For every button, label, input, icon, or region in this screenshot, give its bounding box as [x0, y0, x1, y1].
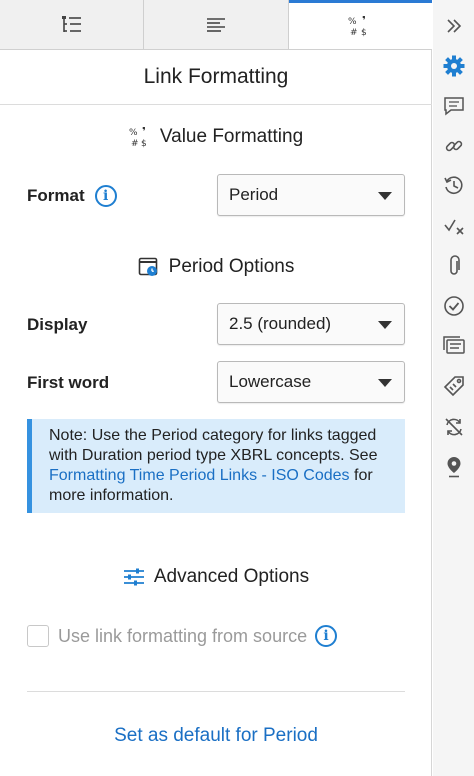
calendar-clock-icon: [138, 256, 160, 278]
divider: [27, 691, 405, 692]
advanced-options-title: Advanced Options: [153, 566, 310, 587]
use-source-formatting-row: Use link formatting from source i: [27, 625, 338, 647]
caret-down-icon: [378, 379, 392, 387]
value-formatting-heading: % ❜ # $ Value Formatting: [0, 124, 432, 150]
caret-down-icon: [378, 192, 392, 200]
info-icon[interactable]: i: [94, 185, 117, 207]
use-source-formatting-label[interactable]: Use link formatting from source: [58, 626, 307, 647]
use-source-formatting-checkbox[interactable]: [27, 625, 49, 647]
display-select-value: 2.5 (rounded): [229, 314, 332, 333]
check-cross-icon[interactable]: [433, 212, 474, 240]
right-sidebar: [433, 0, 474, 776]
page-title: Link Formatting: [0, 50, 432, 105]
value-format-icon: % ❜ # $: [129, 126, 151, 148]
svg-text:$: $: [361, 28, 367, 37]
paperclip-icon[interactable]: [433, 252, 474, 280]
format-label: Format: [27, 186, 85, 205]
location-pin-icon[interactable]: [433, 453, 474, 481]
tab-outline[interactable]: [0, 0, 145, 49]
caret-down-icon: [378, 321, 392, 329]
tag-icon[interactable]: [433, 372, 474, 400]
tree-list-icon: [61, 15, 81, 32]
gear-icon[interactable]: [433, 52, 474, 80]
comment-icon[interactable]: [433, 92, 474, 120]
panel-tabs: % ❜ # $: [0, 0, 432, 50]
value-format-icon: % ❜ # $: [348, 15, 367, 37]
display-label: Display: [27, 315, 88, 334]
format-row-label: Format i: [27, 184, 117, 208]
text-lines-icon: [206, 17, 225, 32]
chevrons-right-icon[interactable]: [433, 12, 474, 40]
format-select-value: Period: [229, 185, 279, 204]
sliders-icon: [123, 568, 145, 586]
value-formatting-title: Value Formatting: [159, 126, 304, 147]
svg-text:#: #: [131, 139, 139, 148]
period-options-heading: Period Options: [0, 254, 432, 280]
svg-text:$: $: [141, 139, 147, 148]
info-icon[interactable]: i: [315, 625, 338, 647]
first-word-select[interactable]: Lowercase: [217, 361, 405, 403]
note-text-prefix: Note: Use the Period category for links …: [49, 427, 378, 464]
advanced-options-heading: Advanced Options: [0, 564, 432, 590]
svg-text:#: #: [350, 28, 358, 37]
link-formatting-panel: % ❜ # $ Link Formatting % ❜ # $ Value Fo…: [0, 0, 432, 776]
check-circle-icon[interactable]: [433, 292, 474, 320]
tab-formatting[interactable]: % ❜ # $: [288, 0, 432, 49]
svg-text:❜: ❜: [362, 15, 366, 27]
document-stack-icon[interactable]: [433, 332, 474, 360]
first-word-label: First word: [27, 373, 110, 392]
tab-text[interactable]: [144, 0, 289, 49]
sync-off-icon[interactable]: [433, 413, 474, 441]
link-icon[interactable]: [433, 132, 474, 160]
history-icon[interactable]: [433, 172, 474, 200]
svg-text:%: %: [129, 128, 138, 138]
first-word-select-value: Lowercase: [229, 372, 312, 391]
iso-codes-link[interactable]: Formatting Time Period Links - ISO Codes: [49, 467, 350, 484]
period-note: Note: Use the Period category for links …: [27, 419, 405, 513]
svg-text:❜: ❜: [142, 126, 146, 138]
period-options-title: Period Options: [168, 256, 295, 277]
display-select[interactable]: 2.5 (rounded): [217, 303, 405, 345]
format-select[interactable]: Period: [217, 174, 405, 216]
set-default-link[interactable]: Set as default for Period: [0, 725, 432, 747]
svg-text:%: %: [348, 17, 357, 27]
